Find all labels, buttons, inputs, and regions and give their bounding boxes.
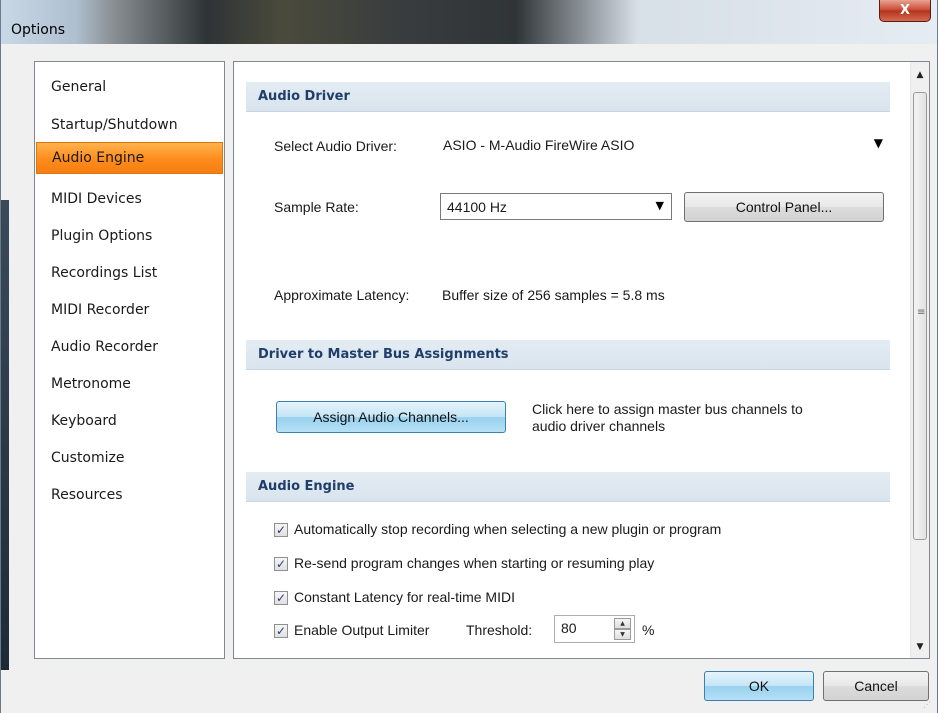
auto-stop-recording-checkbox[interactable]: ✓	[274, 523, 288, 537]
nav-item-recordings-list[interactable]: Recordings List	[36, 257, 223, 289]
grip-icon: ≡	[917, 307, 926, 318]
scroll-up-icon[interactable]: ▲	[911, 66, 929, 84]
threshold-unit: %	[642, 622, 655, 638]
select-audio-driver-label: Select Audio Driver:	[274, 138, 397, 154]
audio-driver-value: ASIO - M-Audio FireWire ASIO	[443, 137, 635, 153]
sample-rate-value: 44100 Hz	[447, 199, 507, 215]
nav-item-audio-engine[interactable]: Audio Engine	[36, 142, 223, 174]
resize-grip-icon[interactable]: ⋰	[923, 700, 931, 709]
nav-item-midi-recorder[interactable]: MIDI Recorder	[36, 294, 223, 326]
ok-button[interactable]: OK	[704, 671, 814, 701]
dropdown-arrow-icon: ▼	[873, 136, 883, 150]
nav-item-audio-recorder[interactable]: Audio Recorder	[36, 331, 223, 363]
window-title: Options	[11, 22, 66, 38]
section-header-audio-engine: Audio Engine	[246, 472, 890, 502]
latency-value: Buffer size of 256 samples = 5.8 ms	[442, 287, 665, 303]
cancel-button[interactable]: Cancel	[823, 671, 929, 701]
output-limiter-checkbox[interactable]: ✓	[274, 624, 288, 638]
audio-driver-select[interactable]: ASIO - M-Audio FireWire ASIO ▼	[440, 134, 888, 158]
scrollbar-thumb[interactable]: ≡	[913, 92, 927, 540]
title-bar[interactable]: Options X	[1, 0, 937, 44]
constant-latency-label: Constant Latency for real-time MIDI	[294, 589, 515, 605]
assign-hint-line2: audio driver channels	[532, 418, 666, 434]
dropdown-arrow-icon: ▼	[655, 199, 664, 212]
latency-label: Approximate Latency:	[274, 287, 410, 303]
threshold-spin-buttons: ▲ ▼	[614, 618, 631, 640]
output-limiter-label: Enable Output Limiter	[294, 622, 430, 638]
threshold-label: Threshold:	[466, 622, 533, 638]
settings-panel: Audio Driver Select Audio Driver: ASIO -…	[233, 61, 930, 659]
options-dialog: Options X General Startup/Shutdown Audio…	[0, 0, 938, 713]
auto-stop-recording-label: Automatically stop recording when select…	[294, 521, 722, 537]
vertical-scrollbar[interactable]: ▲ ≡ ▼	[910, 62, 929, 658]
assign-hint-line1: Click here to assign master bus channels…	[532, 401, 803, 417]
scroll-down-icon[interactable]: ▼	[911, 638, 929, 656]
close-button[interactable]: X	[879, 0, 931, 22]
section-header-master-bus: Driver to Master Bus Assignments	[246, 340, 890, 370]
constant-latency-checkbox[interactable]: ✓	[274, 591, 288, 605]
nav-item-midi-devices[interactable]: MIDI Devices	[36, 183, 223, 215]
threshold-spinner[interactable]: 80 ▲ ▼	[554, 615, 635, 643]
nav-item-general[interactable]: General	[36, 71, 223, 103]
sample-rate-label: Sample Rate:	[274, 199, 359, 215]
control-panel-button[interactable]: Control Panel...	[684, 192, 884, 222]
threshold-value[interactable]: 80	[561, 620, 577, 636]
category-list[interactable]: General Startup/Shutdown Audio Engine MI…	[34, 61, 225, 659]
resend-program-changes-checkbox[interactable]: ✓	[274, 557, 288, 571]
nav-item-startup-shutdown[interactable]: Startup/Shutdown	[36, 109, 223, 141]
nav-item-customize[interactable]: Customize	[36, 442, 223, 474]
spin-up-icon[interactable]: ▲	[614, 618, 631, 629]
assign-audio-channels-button[interactable]: Assign Audio Channels...	[276, 401, 506, 433]
sample-rate-select[interactable]: 44100 Hz ▼	[440, 193, 672, 220]
nav-item-resources[interactable]: Resources	[36, 479, 223, 511]
nav-item-metronome[interactable]: Metronome	[36, 368, 223, 400]
nav-item-keyboard[interactable]: Keyboard	[36, 405, 223, 437]
spin-down-icon[interactable]: ▼	[614, 629, 631, 640]
background-window-edge	[1, 200, 9, 670]
section-header-audio-driver: Audio Driver	[246, 82, 890, 112]
nav-item-plugin-options[interactable]: Plugin Options	[36, 220, 223, 252]
resend-program-changes-label: Re-send program changes when starting or…	[294, 555, 655, 571]
